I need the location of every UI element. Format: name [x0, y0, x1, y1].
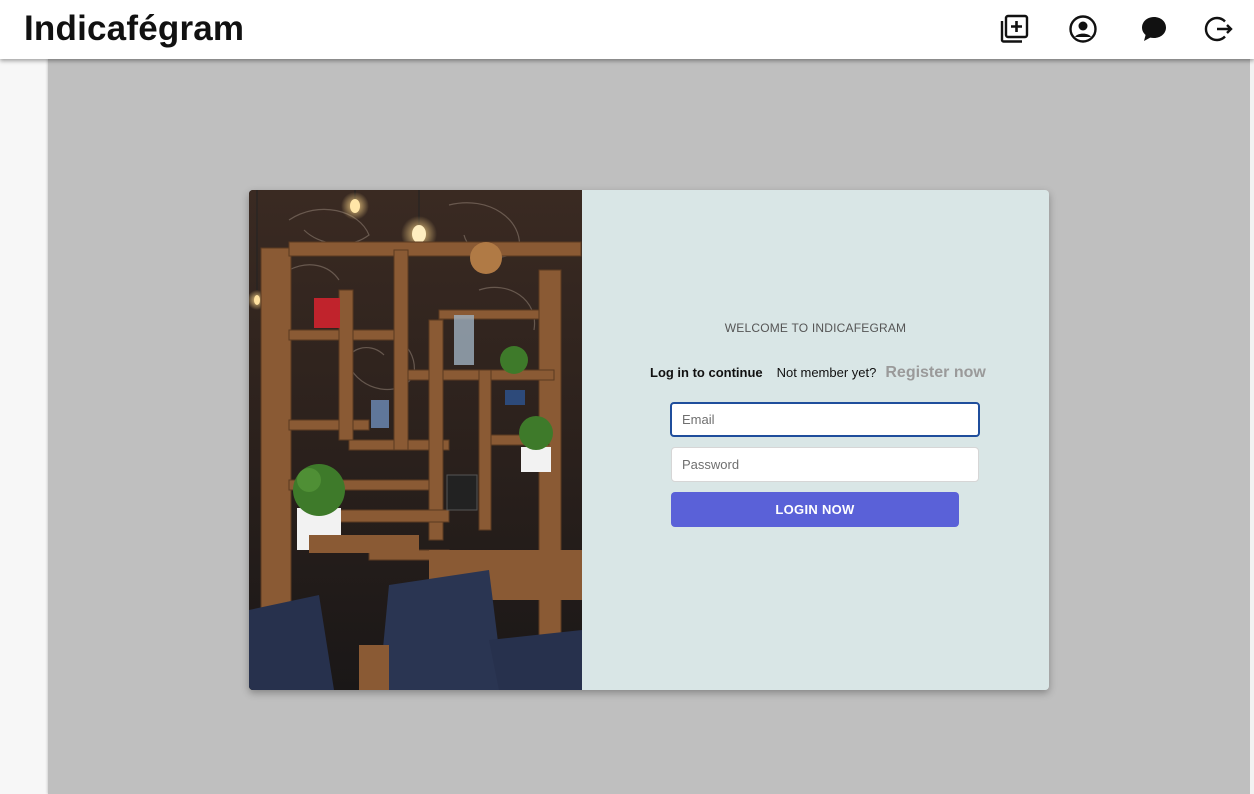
scrollbar-track	[1250, 59, 1254, 794]
not-member-text: Not member yet?	[776, 365, 877, 380]
profile-icon[interactable]	[1067, 13, 1099, 45]
sidebar-strip	[0, 59, 48, 794]
top-navbar: Indicafégram	[0, 0, 1254, 59]
login-subheader: Log in to continue Not member yet? Regis…	[650, 364, 986, 382]
password-field[interactable]	[671, 447, 979, 482]
email-field[interactable]	[670, 402, 980, 437]
login-button[interactable]: LOGIN NOW	[671, 492, 959, 527]
chat-icon[interactable]	[1138, 13, 1170, 45]
login-form-panel: WELCOME TO INDICAFEGRAM Log in to contin…	[582, 190, 1049, 690]
app-logo[interactable]: Indicafégram	[24, 9, 244, 49]
welcome-heading: WELCOME TO INDICAFEGRAM	[724, 321, 907, 335]
login-card: WELCOME TO INDICAFEGRAM Log in to contin…	[249, 190, 1049, 690]
register-link[interactable]: Register now	[885, 364, 985, 382]
logout-icon[interactable]	[1203, 13, 1235, 45]
add-post-icon[interactable]	[998, 13, 1030, 45]
cafe-photo	[249, 190, 582, 690]
login-prompt: Log in to continue	[650, 365, 763, 380]
